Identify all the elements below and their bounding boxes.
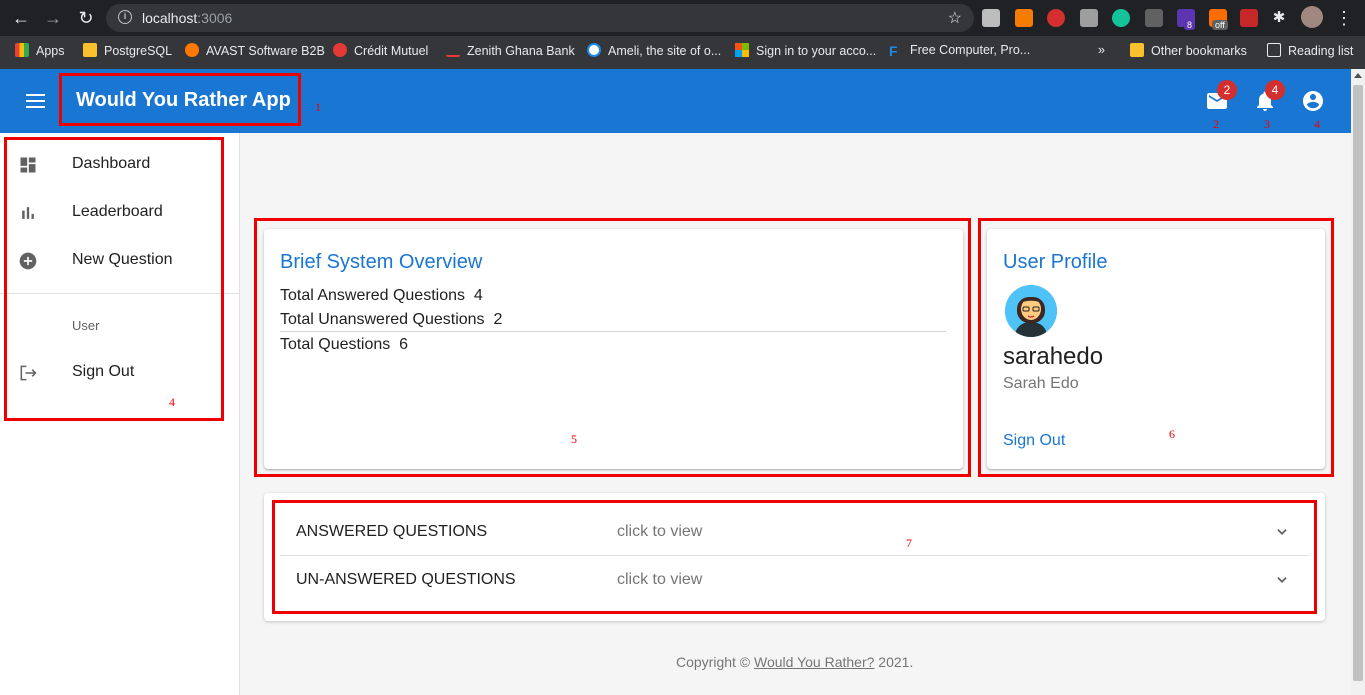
back-icon[interactable]: ← [10, 7, 32, 29]
bookmarks-overflow[interactable]: » [1098, 43, 1105, 57]
hamburger-menu-icon[interactable] [26, 94, 45, 108]
annotation-box [59, 73, 301, 126]
bookmark-avast[interactable]: AVAST Software B2B [185, 43, 325, 58]
notifications-button[interactable]: 4 [1253, 80, 1285, 113]
shield-extension-icon[interactable] [982, 9, 1000, 27]
extension-badge: 8 [1184, 20, 1196, 30]
url-text: localhost:3006 [142, 10, 233, 26]
ublock-extension-icon[interactable] [1080, 9, 1098, 27]
key-extension-icon[interactable] [1015, 9, 1033, 27]
annotation-label: 2 [1213, 117, 1219, 131]
letter-f-icon: F [889, 43, 898, 59]
site-info-icon[interactable]: i [118, 10, 132, 24]
bookmark-apps[interactable]: Apps [15, 43, 65, 58]
microsoft-icon [735, 43, 749, 57]
page-scrollbar[interactable] [1351, 69, 1365, 695]
zenith-icon [446, 43, 460, 57]
mail-button[interactable]: 2 [1205, 80, 1237, 113]
annotation-label: 4 [169, 395, 175, 409]
block-extension-icon[interactable] [1047, 9, 1065, 27]
reload-icon[interactable]: ↻ [75, 7, 97, 29]
address-bar[interactable]: i localhost:3006 ☆ [106, 4, 974, 32]
footer: Copyright © Would You Rather? 2021. [676, 654, 914, 670]
annotation-label: 5 [571, 432, 577, 446]
avast-icon [185, 43, 199, 57]
scroll-thumb[interactable] [1353, 85, 1363, 681]
pen-extension-icon[interactable] [1145, 9, 1163, 27]
annotation-box [978, 218, 1334, 477]
gift-extension-icon[interactable] [1240, 9, 1258, 27]
bookmark-reading-list[interactable]: Reading list [1267, 43, 1353, 58]
account-circle-icon [1303, 91, 1323, 111]
credit-mutuel-icon [333, 43, 347, 57]
scroll-up-arrow-icon[interactable] [1354, 73, 1362, 78]
reading-list-icon [1267, 43, 1281, 57]
notifications-badge: 4 [1265, 80, 1285, 100]
bookmark-star-icon[interactable]: ☆ [948, 8, 962, 28]
bookmark-other[interactable]: Other bookmarks [1130, 43, 1247, 58]
bookmark-microsoft[interactable]: Sign in to your acco... [735, 43, 876, 58]
annotation-label: 4 [1314, 117, 1320, 131]
bookmark-postgresql[interactable]: PostgreSQL [83, 43, 172, 58]
apps-grid-icon [15, 43, 29, 57]
extension-badge: off [1212, 20, 1228, 30]
bookmark-credit-mutuel[interactable]: Crédit Mutuel [333, 43, 428, 58]
annotation-box [272, 500, 1317, 614]
browser-toolbar: ← → ↻ i localhost:3006 ☆ 8 off ✱ ⋮ [0, 0, 1365, 36]
grammarly-extension-icon[interactable] [1112, 9, 1130, 27]
ameli-icon [587, 43, 601, 57]
account-button[interactable] [1301, 89, 1325, 113]
bookmark-zenith[interactable]: Zenith Ghana Bank [446, 43, 575, 58]
annotation-label: 1 [315, 100, 321, 114]
profile-avatar-icon[interactable] [1301, 6, 1323, 28]
annotation-box [254, 218, 971, 477]
extensions-puzzle-icon[interactable]: ✱ [1268, 7, 1290, 29]
folder-icon [1130, 43, 1144, 57]
folder-icon [83, 43, 97, 57]
bookmark-free-computer[interactable]: F Free Computer, Pro... [889, 43, 1030, 58]
footer-link[interactable]: Would You Rather? [754, 654, 874, 670]
kebab-menu-icon[interactable]: ⋮ [1333, 7, 1355, 29]
annotation-label: 3 [1264, 117, 1270, 131]
forward-icon[interactable]: → [42, 7, 64, 29]
mail-badge: 2 [1217, 80, 1237, 100]
bookmark-ameli[interactable]: Ameli, the site of o... [587, 43, 721, 58]
annotation-label: 6 [1169, 427, 1175, 441]
annotation-label: 7 [906, 536, 912, 550]
annotation-box [4, 137, 224, 421]
bookmarks-bar: Apps PostgreSQL AVAST Software B2B Crédi… [0, 36, 1365, 69]
